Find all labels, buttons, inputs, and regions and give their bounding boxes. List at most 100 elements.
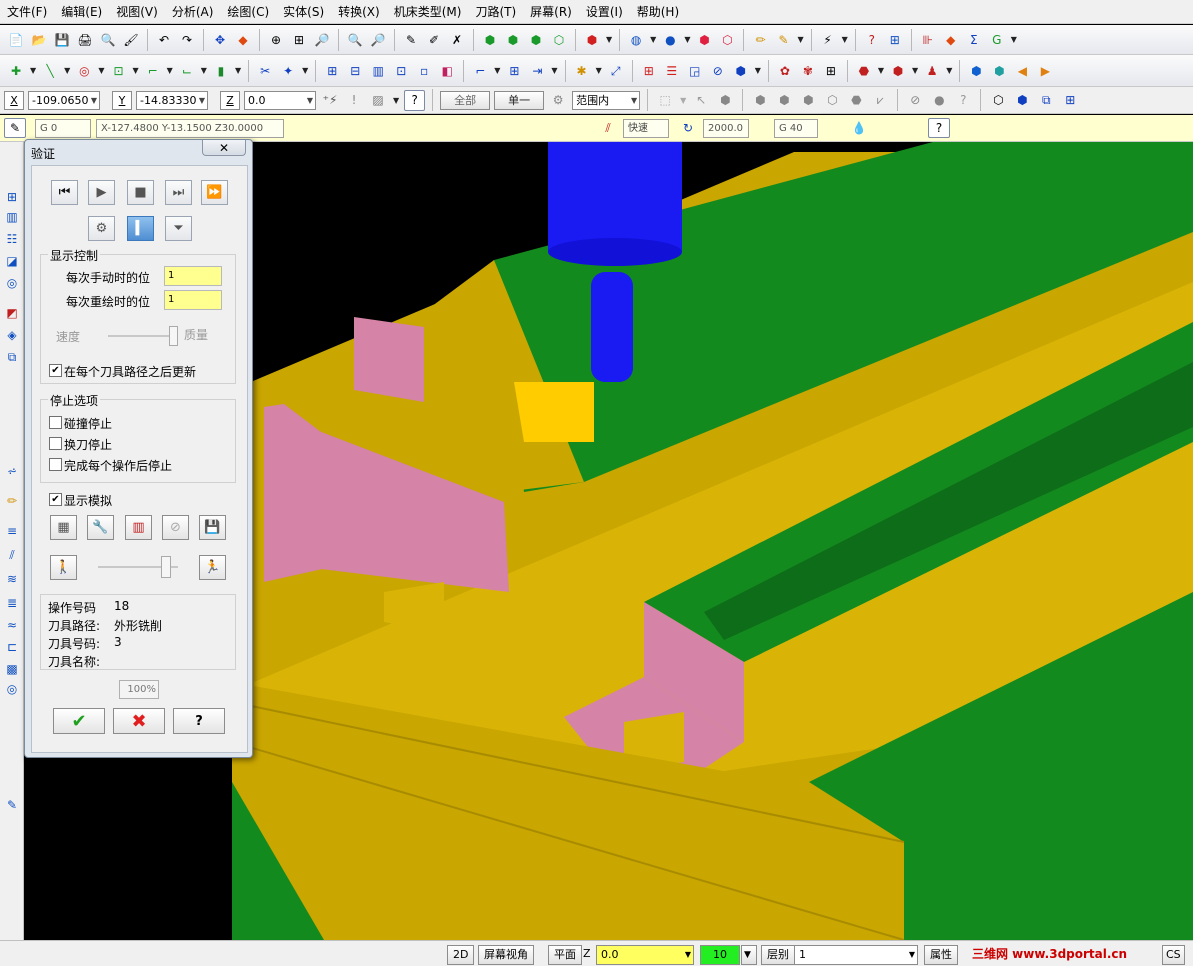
trim-icon[interactable]: ✂ bbox=[255, 61, 275, 81]
face-select-icon[interactable]: ⬢ bbox=[750, 90, 770, 110]
menu-view[interactable]: 视图(V) bbox=[109, 0, 165, 24]
surface-icon[interactable]: ⬣ bbox=[854, 61, 874, 81]
play-button[interactable]: ▶ bbox=[88, 180, 115, 205]
stretch-icon[interactable]: ⇥ bbox=[527, 61, 547, 81]
line-icon[interactable]: ╲ bbox=[40, 61, 60, 81]
menu-settings[interactable]: 设置(I) bbox=[579, 0, 630, 24]
array-icon[interactable]: ⊞ bbox=[504, 61, 524, 81]
cube-top-icon[interactable]: ⬢ bbox=[503, 30, 523, 50]
pointer-icon[interactable]: ↖ bbox=[691, 90, 711, 110]
update-each-path-checkbox[interactable]: ✔ bbox=[49, 364, 62, 377]
toolpath-surface-icon[interactable]: ◈ bbox=[2, 326, 22, 344]
menu-file[interactable]: 文件(F) bbox=[0, 0, 54, 24]
xform-scale-icon[interactable]: ⊡ bbox=[391, 61, 411, 81]
toolpath-radial-icon[interactable]: ◎ bbox=[2, 680, 22, 698]
level-input[interactable]: 1 ▼ bbox=[794, 945, 918, 965]
color-dropdown-button[interactable]: ▼ bbox=[741, 945, 757, 965]
forward-arrow-icon[interactable]: ▶ bbox=[1035, 61, 1055, 81]
help-button[interactable]: ? bbox=[173, 708, 225, 734]
dropdown-arrow-icon[interactable]: ▼ bbox=[199, 92, 205, 109]
speed-quality-slider[interactable] bbox=[108, 326, 178, 346]
cylinder-icon[interactable]: ▮ bbox=[211, 61, 231, 81]
selection-mode-dropdown[interactable]: 范围内 ▼ bbox=[572, 90, 641, 110]
level-button[interactable]: 层别 bbox=[761, 945, 795, 965]
box-multi-icon[interactable]: ⬢ bbox=[989, 61, 1009, 81]
dropdown-arrow-icon[interactable]: ▼ bbox=[132, 66, 138, 75]
view-cube-icon[interactable]: ⬢ bbox=[582, 30, 602, 50]
step-forward-button[interactable]: ⏭ bbox=[165, 180, 192, 205]
box-blue-icon[interactable]: ⬢ bbox=[966, 61, 986, 81]
stop-each-op-checkbox[interactable] bbox=[49, 458, 62, 471]
help-icon[interactable]: ? bbox=[928, 118, 950, 138]
zoom-out-icon[interactable]: 🔍 bbox=[345, 30, 365, 50]
dropdown-arrow-icon[interactable]: ▼ bbox=[1011, 35, 1017, 44]
menu-xform[interactable]: 转换(X) bbox=[331, 0, 387, 24]
pencils-icon[interactable]: ✎ bbox=[773, 30, 793, 50]
exclamation-icon[interactable]: ! bbox=[344, 90, 364, 110]
zoom-window-icon[interactable]: ⊕ bbox=[266, 30, 286, 50]
dropdown-arrow-icon[interactable]: ▼ bbox=[631, 92, 637, 109]
analyze-icon[interactable]: ⊞ bbox=[885, 30, 905, 50]
sim-collision-button[interactable]: ⊘ bbox=[162, 515, 189, 540]
print-preview-icon[interactable]: 🔍 bbox=[98, 30, 118, 50]
select-all-button[interactable]: 全部 bbox=[440, 90, 491, 110]
dropdown-arrow-icon[interactable]: ▼ bbox=[842, 35, 848, 44]
plane-button[interactable]: 平面 bbox=[548, 945, 582, 965]
dropdown-arrow-icon[interactable]: ▼ bbox=[235, 66, 241, 75]
select-single-button[interactable]: 单一 bbox=[494, 90, 545, 110]
toolpath-flowline-icon[interactable]: ≋ bbox=[2, 570, 22, 588]
xform-project-icon[interactable]: ◧ bbox=[437, 61, 457, 81]
color-swatch[interactable]: 10 bbox=[700, 945, 740, 965]
hide-icon[interactable]: ✎ bbox=[401, 30, 421, 50]
grid-icon[interactable]: ⊞ bbox=[821, 61, 841, 81]
chain-icon[interactable]: ⊘ bbox=[708, 61, 728, 81]
rewind-button[interactable]: ⏮ bbox=[51, 180, 78, 205]
new-file-icon[interactable]: 📄 bbox=[6, 30, 26, 50]
measure-icon[interactable]: ⤢ bbox=[606, 61, 626, 81]
repaint-icon[interactable]: ◆ bbox=[233, 30, 253, 50]
z-coord-input[interactable]: 0.0 ▼ bbox=[244, 90, 316, 110]
dropdown-arrow-icon[interactable]: ▼ bbox=[909, 946, 915, 964]
toolpath-pocket-icon[interactable]: ☷ bbox=[2, 230, 22, 248]
toolpath-manager-icon[interactable]: ⊪ bbox=[918, 30, 938, 50]
open-file-icon[interactable]: 📂 bbox=[29, 30, 49, 50]
dropdown-arrow-icon[interactable]: ▼ bbox=[878, 66, 884, 75]
backplot-icon[interactable]: ◆ bbox=[941, 30, 961, 50]
blank-icon[interactable]: ✗ bbox=[447, 30, 467, 50]
dropdown-arrow-icon[interactable]: ▼ bbox=[596, 66, 602, 75]
fast-sim-button[interactable]: 🏃 bbox=[199, 555, 226, 580]
toolpath-finish-icon[interactable]: ✏ bbox=[2, 492, 22, 510]
fast-forward-button[interactable]: ⏩ bbox=[201, 180, 228, 205]
drill-icon[interactable]: ⌐ bbox=[470, 61, 490, 81]
cube-grid-icon[interactable]: ⊞ bbox=[1060, 90, 1080, 110]
rectangle-icon[interactable]: ⊡ bbox=[108, 61, 128, 81]
toolpath-pencil-icon[interactable]: ≈ bbox=[2, 616, 22, 634]
undo-icon[interactable]: ↶ bbox=[154, 30, 174, 50]
redo-icon[interactable]: ↷ bbox=[177, 30, 197, 50]
dropdown-arrow-icon[interactable]: ▼ bbox=[98, 66, 104, 75]
dropdown-arrow-icon[interactable]: ▼ bbox=[91, 92, 97, 109]
toolpath-scallop-icon[interactable]: ≣ bbox=[2, 594, 22, 612]
sim-chart-button[interactable]: ▥ bbox=[125, 515, 152, 540]
body-select-icon[interactable]: ⬢ bbox=[798, 90, 818, 110]
dropdown-arrow-icon[interactable]: ▼ bbox=[30, 66, 36, 75]
dropdown-arrow-icon[interactable]: ▼ bbox=[551, 66, 557, 75]
backplot-mode-icon[interactable]: ✎ bbox=[4, 118, 26, 138]
zoom-fit-icon[interactable]: ⊞ bbox=[289, 30, 309, 50]
toolpath-leftover-icon[interactable]: ⊏ bbox=[2, 638, 22, 656]
slider-thumb[interactable] bbox=[161, 556, 171, 578]
clear-select-icon[interactable]: ⊘ bbox=[905, 90, 925, 110]
dropdown-arrow-icon[interactable]: ▼ bbox=[606, 35, 612, 44]
toolpath-face-icon[interactable]: ◪ bbox=[2, 252, 22, 270]
toolpath-parallel-icon[interactable]: ⫽ bbox=[2, 546, 22, 564]
dropdown-arrow-icon[interactable]: ▼ bbox=[307, 92, 313, 109]
redraw-steps-input[interactable]: 1 bbox=[164, 290, 222, 310]
back-arrow-icon[interactable]: ◀ bbox=[1012, 61, 1032, 81]
menu-screen[interactable]: 屏幕(R) bbox=[523, 0, 579, 24]
section-view-button[interactable]: ▍ bbox=[127, 216, 154, 241]
dropdown-arrow-icon[interactable]: ▼ bbox=[684, 35, 690, 44]
zoom-target-icon[interactable]: 🔎 bbox=[368, 30, 388, 50]
help-gray-icon[interactable]: ? bbox=[953, 90, 973, 110]
show-sim-checkbox[interactable]: ✔ bbox=[49, 493, 62, 506]
toolpath-edit-icon[interactable]: ✎ bbox=[2, 796, 22, 814]
